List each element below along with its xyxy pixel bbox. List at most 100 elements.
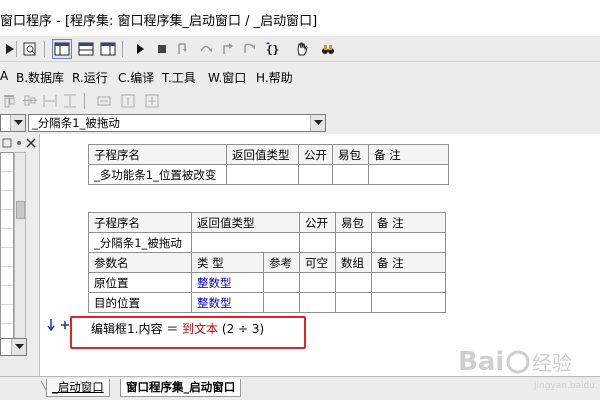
- public-cell[interactable]: [298, 164, 333, 185]
- step-into-icon[interactable]: [174, 39, 194, 59]
- param-array-cell[interactable]: [335, 292, 372, 313]
- col-header-remark: 备 注: [368, 144, 449, 165]
- svg-text:经验: 经验: [532, 351, 572, 375]
- param-type-cell[interactable]: 整数型: [191, 292, 264, 313]
- window-title: 窗口程序 - [程序集: 窗口程序集_启动窗口 / _启动窗口]: [0, 14, 318, 29]
- same-width-icon[interactable]: [96, 93, 112, 109]
- highlight-box: [70, 316, 306, 349]
- title-bar: 窗口程序 - [程序集: 窗口程序集_启动窗口 / _启动窗口]: [0, 0, 600, 36]
- space-horizontal-icon[interactable]: [42, 93, 58, 109]
- return-type-cell[interactable]: [191, 232, 300, 253]
- remark-cell[interactable]: [368, 164, 449, 185]
- col-header-easy-pack: 易包: [335, 212, 372, 233]
- public-cell[interactable]: [299, 232, 336, 253]
- main-toolbar: {}: [0, 36, 600, 62]
- menu-item-run[interactable]: R.运行: [72, 69, 108, 86]
- lock-icon[interactable]: [2, 138, 12, 148]
- braces-icon[interactable]: {}: [264, 39, 284, 59]
- layout-3-icon[interactable]: [98, 39, 118, 59]
- col-header-param-array: 数组: [335, 252, 372, 273]
- dot-icon[interactable]: [14, 138, 24, 148]
- col-header-easy-pack: 易包: [332, 144, 369, 165]
- subroutine-name-cell[interactable]: _分隔条1_被拖动: [88, 232, 192, 253]
- col-header-param-nullable: 可空: [299, 252, 336, 273]
- remark-cell[interactable]: [371, 232, 446, 253]
- table-row: 参数名 类 型 参考 可空 数组 备 注: [88, 252, 446, 273]
- find-icon[interactable]: [20, 39, 40, 59]
- col-header-public: 公开: [298, 144, 333, 165]
- align-toolbar: [0, 90, 600, 112]
- step-out-icon[interactable]: [218, 39, 238, 59]
- tab-label: _启动窗口: [52, 380, 104, 394]
- run-icon[interactable]: [130, 39, 150, 59]
- menu-item-compile[interactable]: C.编译: [118, 69, 154, 86]
- tab-label: 窗口程序集_启动窗口: [126, 380, 236, 394]
- binoculars-icon[interactable]: [318, 39, 338, 59]
- object-combo[interactable]: [0, 114, 26, 132]
- svg-text:jingyan.baidu.com: jingyan.baidu.com: [533, 381, 598, 391]
- table-row[interactable]: _分隔条1_被拖动: [88, 232, 446, 253]
- arrow-icon[interactable]: [0, 39, 20, 59]
- space-vertical-icon[interactable]: [62, 93, 78, 109]
- param-array-cell[interactable]: [335, 272, 372, 293]
- baidu-watermark: Bai 经验 jingyan.baidu.com: [458, 334, 600, 394]
- chevron-down-icon[interactable]: [310, 115, 325, 131]
- param-name-cell[interactable]: 目的位置: [88, 292, 192, 313]
- col-header-public: 公开: [299, 212, 336, 233]
- layout-2-icon[interactable]: [76, 39, 96, 59]
- align-top-icon[interactable]: [2, 93, 18, 109]
- close-icon[interactable]: [26, 138, 36, 148]
- svg-text:{}: {}: [266, 43, 279, 56]
- table-row[interactable]: 目的位置 整数型: [88, 292, 446, 313]
- table-row[interactable]: _多功能条1_位置被改变: [88, 164, 449, 185]
- col-header-return-type: 返回值类型: [226, 144, 299, 165]
- object-combo-bar: _分隔条1_被拖动: [0, 112, 600, 134]
- easy-pack-cell[interactable]: [335, 232, 372, 253]
- col-header-name: 子程序名: [88, 144, 227, 165]
- menu-item-help[interactable]: H.帮助: [256, 69, 293, 86]
- hand-icon[interactable]: [292, 39, 312, 59]
- toolbar-separator: [44, 41, 45, 57]
- col-header-param-remark: 备 注: [371, 252, 446, 273]
- chevron-down-icon[interactable]: [11, 339, 26, 355]
- table-row: 子程序名 返回值类型 公开 易包 备 注: [88, 212, 446, 233]
- menu-item-window[interactable]: W.窗口: [208, 69, 246, 86]
- param-nullable-cell[interactable]: [299, 292, 336, 313]
- tab-program-set[interactable]: 窗口程序集_启动窗口: [120, 379, 242, 397]
- table-row[interactable]: 原位置 整数型: [88, 272, 446, 293]
- menu-item-a[interactable]: A: [0, 69, 8, 83]
- align-middle-icon[interactable]: [22, 93, 38, 109]
- run-to-cursor-icon[interactable]: [240, 39, 260, 59]
- param-name-cell[interactable]: 原位置: [88, 272, 192, 293]
- subroutine-name-cell[interactable]: _多功能条1_位置被改变: [88, 164, 227, 185]
- subroutine-combo[interactable]: _分隔条1_被拖动: [28, 114, 326, 132]
- step-over-icon[interactable]: [196, 39, 216, 59]
- col-header-name: 子程序名: [88, 212, 192, 233]
- param-type-cell[interactable]: 整数型: [191, 272, 264, 293]
- param-remark-cell[interactable]: [371, 292, 446, 313]
- menu-item-tools[interactable]: T.工具: [162, 69, 196, 86]
- same-height-icon[interactable]: [120, 93, 136, 109]
- property-panel: [0, 134, 40, 376]
- chevron-down-icon[interactable]: [10, 115, 25, 131]
- stop-icon[interactable]: [152, 39, 172, 59]
- subroutine-combo-value: _分隔条1_被拖动: [32, 116, 120, 130]
- col-header-return-type: 返回值类型: [191, 212, 300, 233]
- scroll-thumb[interactable]: [16, 201, 25, 219]
- menu-item-database[interactable]: B.数据库: [16, 69, 64, 86]
- param-remark-cell[interactable]: [371, 272, 446, 293]
- tab-startup-window[interactable]: _启动窗口: [46, 379, 110, 397]
- return-type-cell[interactable]: [226, 164, 299, 185]
- property-list[interactable]: [0, 152, 14, 347]
- param-nullable-cell[interactable]: [299, 272, 336, 293]
- property-scrollbar[interactable]: [14, 152, 26, 347]
- menu-bar: A B.数据库 R.运行 C.编译 T.工具 W.窗口 H.帮助: [0, 62, 600, 90]
- col-header-param-ref: 参考: [263, 252, 300, 273]
- easy-pack-cell[interactable]: [332, 164, 369, 185]
- same-size-icon[interactable]: [144, 93, 160, 109]
- layout-1-icon[interactable]: [52, 39, 72, 59]
- property-combo[interactable]: [0, 338, 27, 356]
- arrow-down-icon: [47, 319, 69, 332]
- param-ref-cell[interactable]: [263, 292, 300, 313]
- param-ref-cell[interactable]: [263, 272, 300, 293]
